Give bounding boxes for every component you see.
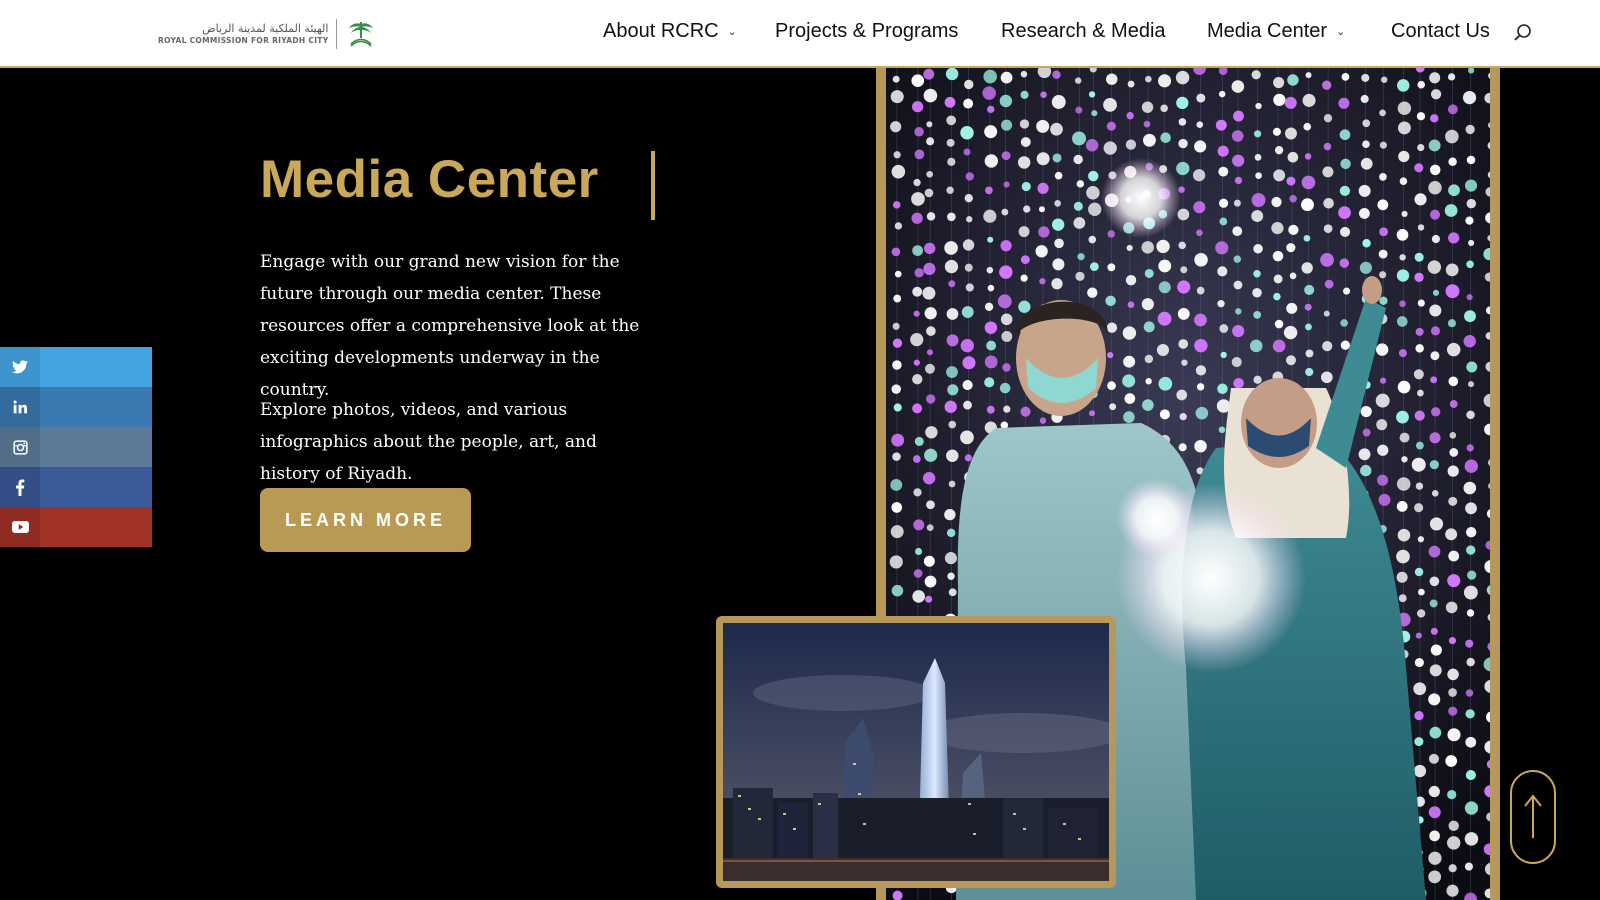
nav-label: Contact Us xyxy=(1391,20,1490,42)
nav-about-rcrc[interactable]: About RCRC ⌄ xyxy=(603,20,737,43)
chevron-down-icon: ⌄ xyxy=(1336,26,1346,38)
instagram-icon xyxy=(0,427,40,467)
nav-projects-programs[interactable]: Projects & Programs xyxy=(775,20,958,43)
hero-title-wrap: Media Center xyxy=(260,148,599,212)
nav-contact-us[interactable]: Contact Us xyxy=(1391,20,1490,43)
logo-english-text: ROYAL COMMISSION FOR RIYADH CITY xyxy=(158,36,329,45)
riyadh-skyline-night-photo xyxy=(723,623,1109,881)
chevron-down-icon: ⌄ xyxy=(727,26,737,38)
logo-text: الهيئة الملكية لمدينة الرياض ROYAL COMMI… xyxy=(158,22,328,46)
nav-label: Research & Media xyxy=(1001,20,1166,42)
social-sidebar xyxy=(0,347,152,547)
nav-label: Projects & Programs xyxy=(775,20,959,42)
twitter-icon xyxy=(0,347,40,387)
nav-media-center[interactable]: Media Center ⌄ xyxy=(1207,20,1345,43)
social-facebook[interactable] xyxy=(0,467,152,507)
nav-label: Media Center xyxy=(1207,20,1328,42)
scroll-to-top-button[interactable] xyxy=(1510,770,1556,864)
logo-divider xyxy=(336,19,338,49)
learn-more-button[interactable]: LEARN MORE xyxy=(260,488,471,552)
youtube-icon xyxy=(0,507,40,547)
linkedin-icon xyxy=(0,387,40,427)
page-title: Media Center xyxy=(260,150,599,209)
search-icon[interactable] xyxy=(1512,22,1534,44)
rcrc-logo[interactable]: الهيئة الملكية لمدينة الرياض ROYAL COMMI… xyxy=(158,16,377,52)
social-linkedin[interactable] xyxy=(0,387,152,427)
social-twitter[interactable] xyxy=(0,347,152,387)
hero-paragraph-2: Explore photos, videos, and various info… xyxy=(260,400,597,484)
palm-swords-emblem-icon xyxy=(345,18,377,50)
social-instagram[interactable] xyxy=(0,427,152,467)
social-youtube[interactable] xyxy=(0,507,152,547)
title-accent-bar xyxy=(651,151,655,220)
nav-label: About RCRC xyxy=(603,20,719,42)
hero-paragraph-1: Engage with our grand new vision for the… xyxy=(260,252,640,400)
logo-arabic-text: الهيئة الملكية لمدينة الرياض xyxy=(202,22,329,35)
site-header: الهيئة الملكية لمدينة الرياض ROYAL COMMI… xyxy=(0,0,1600,68)
arrow-up-icon xyxy=(1524,794,1542,838)
nav-research-media[interactable]: Research & Media xyxy=(1001,20,1166,43)
facebook-icon xyxy=(0,467,40,507)
